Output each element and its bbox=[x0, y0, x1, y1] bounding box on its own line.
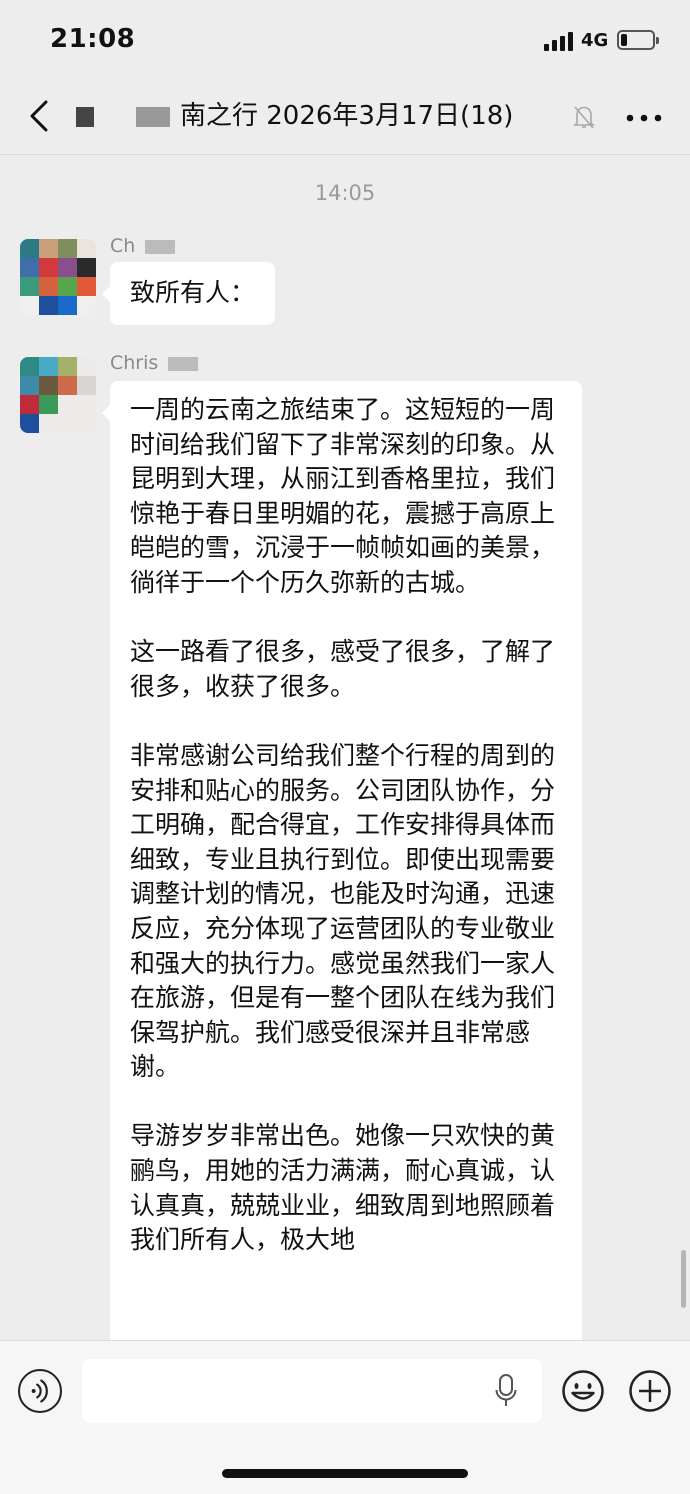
chat-title-text: 南之行 2026年3月17日(18) bbox=[180, 101, 514, 131]
redacted-block bbox=[76, 106, 94, 127]
battery-icon bbox=[617, 30, 659, 50]
mute-bell-icon bbox=[573, 106, 595, 129]
status-time: 21:08 bbox=[50, 24, 136, 54]
avatar[interactable] bbox=[20, 357, 96, 433]
redacted-block bbox=[136, 106, 170, 127]
message-text: 致所有人： bbox=[130, 278, 256, 307]
sender-name: Chris bbox=[110, 352, 199, 374]
avatar[interactable] bbox=[20, 239, 96, 315]
redacted-block bbox=[145, 239, 176, 254]
message-paragraph: 非常感谢公司给我们整个行程的周到的安排和贴心的服务。公司团队协作，分工明确，配合… bbox=[130, 740, 556, 1082]
battery-level bbox=[621, 34, 627, 46]
network-type: 4G bbox=[581, 30, 609, 51]
message-paragraph: 一周的云南之旅结束了。这短短的一周时间给我们留下了非常深刻的印象。从昆明到大理，… bbox=[130, 395, 556, 597]
home-indicator[interactable] bbox=[222, 1469, 468, 1478]
message-bubble[interactable]: 一周的云南之旅结束了。这短短的一周时间给我们留下了非常深刻的印象。从昆明到大理，… bbox=[102, 381, 582, 1340]
sender-name: Ch bbox=[110, 235, 176, 257]
cellular-signal-icon bbox=[544, 31, 576, 51]
status-bar: 21:08 4G bbox=[0, 0, 690, 80]
back-arrow-icon[interactable] bbox=[22, 96, 62, 136]
chat-header: 南之行 2026年3月17日(18) bbox=[0, 80, 690, 155]
sender-name-text: Chris bbox=[110, 352, 159, 374]
message-input[interactable] bbox=[82, 1359, 542, 1423]
chat-title: 南之行 2026年3月17日(18) bbox=[70, 96, 600, 136]
microphone-icon[interactable] bbox=[494, 1371, 518, 1411]
message-paragraph: 这一路看了很多，感受了很多，了解了很多，收获了很多。 bbox=[130, 637, 556, 701]
message-bubble[interactable]: 致所有人： bbox=[101, 262, 276, 325]
message-list[interactable]: 14:05 Ch 致所有人： Chris 一周的云南之旅结束了。这短短的一周时间… bbox=[0, 155, 690, 1340]
emoji-icon[interactable] bbox=[561, 1369, 605, 1413]
message-paragraph: 导游岁岁非常出色。她像一只欢快的黄鹂鸟，用她的活力满满，耐心真诚，认认真真，兢兢… bbox=[130, 1121, 556, 1255]
input-bar bbox=[0, 1340, 690, 1494]
voice-icon[interactable] bbox=[18, 1369, 62, 1413]
message-timestamp: 14:05 bbox=[314, 181, 376, 205]
redacted-block bbox=[168, 356, 199, 371]
plus-icon[interactable] bbox=[628, 1369, 672, 1413]
sender-name-text: Ch bbox=[110, 235, 136, 257]
more-options-icon[interactable] bbox=[622, 104, 666, 132]
scrollbar-thumb[interactable] bbox=[681, 1250, 686, 1308]
